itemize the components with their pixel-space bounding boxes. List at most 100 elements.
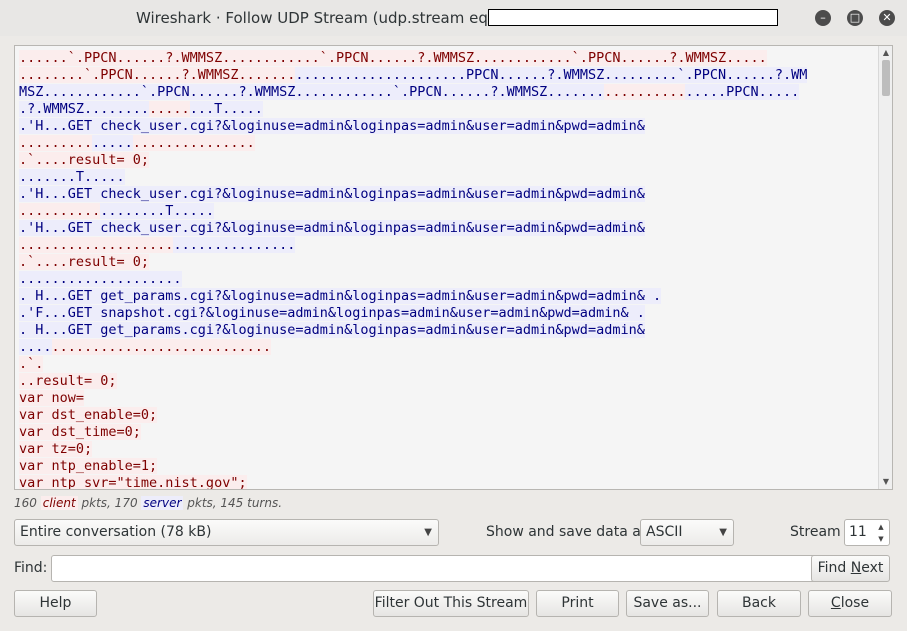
filter-out-label: Filter Out This Stream — [374, 595, 528, 611]
stream-line: var now= — [19, 390, 879, 407]
stream-text[interactable]: ......`.PPCN......?.WMMSZ............`.P… — [15, 46, 879, 489]
conversation-select[interactable]: Entire conversation (78 kB) ▼ — [14, 519, 439, 546]
help-button[interactable]: Help — [14, 590, 97, 617]
server-segment: .'H...GET check_user.cgi?&loginuse=admin… — [19, 220, 645, 236]
server-segment: . H...GET get_params.cgi?&loginuse=admin… — [19, 288, 662, 304]
server-label: server — [141, 496, 184, 510]
packet-stats: 160 client pkts, 170 server pkts, 145 tu… — [14, 496, 282, 510]
stream-line: ........`.PPCN......?.WMMSZ.............… — [19, 67, 879, 84]
close-button[interactable]: Close — [808, 590, 892, 617]
stream-line: .`....result= 0; — [19, 152, 879, 169]
client-segment: ..... — [149, 101, 190, 117]
stream-label: Stream — [790, 524, 841, 540]
find-next-button[interactable]: Find Next — [811, 555, 890, 582]
stream-line: ..result= 0; — [19, 373, 879, 390]
server-segment: .....PPCN..... — [685, 84, 800, 100]
client-segment: var ntp_enable=1; — [19, 458, 158, 474]
help-label: Help — [39, 595, 72, 611]
print-button[interactable]: Print — [536, 590, 619, 617]
server-segment: .....................PPCN......?.WMMSZ..… — [295, 67, 808, 83]
server-segment: . H...GET get_params.cgi?&loginuse=admin… — [19, 322, 645, 338]
stats-mid: pkts, 170 — [81, 496, 138, 510]
client-segment: ......`.PPCN......?.WMMSZ............`.P… — [19, 50, 767, 66]
find-input[interactable] — [51, 555, 828, 582]
client-segment: .`. — [19, 356, 44, 372]
client-segment: ........................... — [51, 339, 271, 355]
show-save-label: Show and save data as — [486, 524, 649, 540]
stream-line: .?.WMMSZ................T..... — [19, 101, 879, 118]
client-segment: ..result= 0; — [19, 373, 117, 389]
stream-line: ..................T..... — [19, 203, 879, 220]
stream-line: .'H...GET check_user.cgi?&loginuse=admin… — [19, 186, 879, 203]
stream-line: MSZ............`.PPCN......?.WMMSZ......… — [19, 84, 879, 101]
scroll-down-icon[interactable]: ▼ — [879, 476, 892, 488]
save-as-button[interactable]: Save as... — [626, 590, 709, 617]
server-segment: ........T..... — [100, 203, 215, 219]
client-segment: .`....result= 0; — [19, 152, 150, 168]
title-bar: Wireshark · Follow UDP Stream (udp.strea… — [0, 0, 907, 36]
save-as-label: Save as... — [633, 595, 702, 611]
back-label: Back — [742, 595, 776, 611]
find-label: Find: — [14, 560, 48, 576]
client-segment: var ntp_svr="time.nist.gov"; — [19, 475, 247, 490]
stream-line: var ntp_enable=1; — [19, 458, 879, 475]
stream-line: . H...GET get_params.cgi?&loginuse=admin… — [19, 288, 879, 305]
conversation-select-value: Entire conversation (78 kB) — [20, 524, 212, 540]
stream-number: 11 — [849, 524, 867, 540]
stream-line: .................... — [19, 271, 879, 288]
client-segment: var dst_enable=0; — [19, 407, 158, 423]
close-window-icon[interactable]: ✕ — [879, 10, 895, 26]
client-segment: ......... — [19, 135, 93, 151]
client-label: client — [40, 496, 78, 510]
stats-tail: pkts, 145 turns. — [187, 496, 283, 510]
filter-out-stream-button[interactable]: Filter Out This Stream — [373, 590, 529, 617]
stream-line: .......T..... — [19, 169, 879, 186]
scroll-up-icon[interactable]: ▲ — [879, 47, 892, 59]
client-segment: ................... — [19, 237, 174, 253]
scroll-thumb[interactable] — [882, 60, 890, 96]
stream-line: . H...GET get_params.cgi?&loginuse=admin… — [19, 322, 879, 339]
stream-line: .'F...GET snapshot.cgi?&loginuse=admin&l… — [19, 305, 879, 322]
stream-spinbox[interactable]: 11 ▲ ▼ — [844, 519, 890, 546]
format-select-value: ASCII — [646, 524, 683, 540]
client-pkts-count: 160 — [14, 496, 37, 510]
stream-line: ............................... — [19, 339, 879, 356]
stream-line: ......`.PPCN......?.WMMSZ............`.P… — [19, 50, 879, 67]
stream-line: .`. — [19, 356, 879, 373]
redacted-title-field — [488, 9, 778, 26]
stream-line: var ntp_svr="time.nist.gov"; — [19, 475, 879, 490]
server-segment: .'H...GET check_user.cgi?&loginuse=admin… — [19, 186, 645, 202]
vertical-scrollbar[interactable]: ▲ ▼ — [878, 46, 892, 489]
stream-line: var dst_time=0; — [19, 424, 879, 441]
increment-icon[interactable]: ▲ — [876, 522, 886, 532]
server-segment: .'H...GET check_user.cgi?&loginuse=admin… — [19, 118, 645, 134]
chevron-down-icon: ▼ — [424, 527, 432, 538]
server-segment: .................... — [19, 271, 182, 287]
back-button[interactable]: Back — [717, 590, 801, 617]
stream-line: var dst_enable=0; — [19, 407, 879, 424]
client-segment: .......... — [19, 203, 101, 219]
format-select[interactable]: ASCII ▼ — [640, 519, 734, 546]
find-next-label: Find Next — [817, 560, 884, 576]
stream-line: .`....result= 0; — [19, 254, 879, 271]
server-segment: ............... — [173, 237, 296, 253]
client-segment: var dst_time=0; — [19, 424, 141, 440]
server-segment: .?.WMMSZ........ — [19, 101, 150, 117]
client-segment: ............... — [132, 135, 255, 151]
server-segment: .......T..... — [19, 169, 125, 185]
server-segment: .'F...GET snapshot.cgi?&loginuse=admin&l… — [19, 305, 645, 321]
maximize-icon[interactable]: □ — [847, 10, 863, 26]
chevron-down-icon: ▼ — [719, 527, 727, 538]
stream-line: .'H...GET check_user.cgi?&loginuse=admin… — [19, 118, 879, 135]
stream-line: .................................. — [19, 237, 879, 254]
print-label: Print — [561, 595, 594, 611]
server-segment: MSZ............`.PPCN......?.WMMSZ......… — [19, 84, 605, 100]
stream-line: ............................. — [19, 135, 879, 152]
minimize-icon[interactable]: – — [815, 10, 831, 26]
decrement-icon[interactable]: ▼ — [876, 534, 886, 544]
server-segment: .... — [19, 339, 52, 355]
server-segment: ...T..... — [189, 101, 263, 117]
client-segment: ........`.PPCN......?.WMMSZ....... — [19, 67, 296, 83]
stream-view[interactable]: ......`.PPCN......?.WMMSZ............`.P… — [14, 45, 893, 490]
client-segment: var now= — [19, 390, 85, 406]
